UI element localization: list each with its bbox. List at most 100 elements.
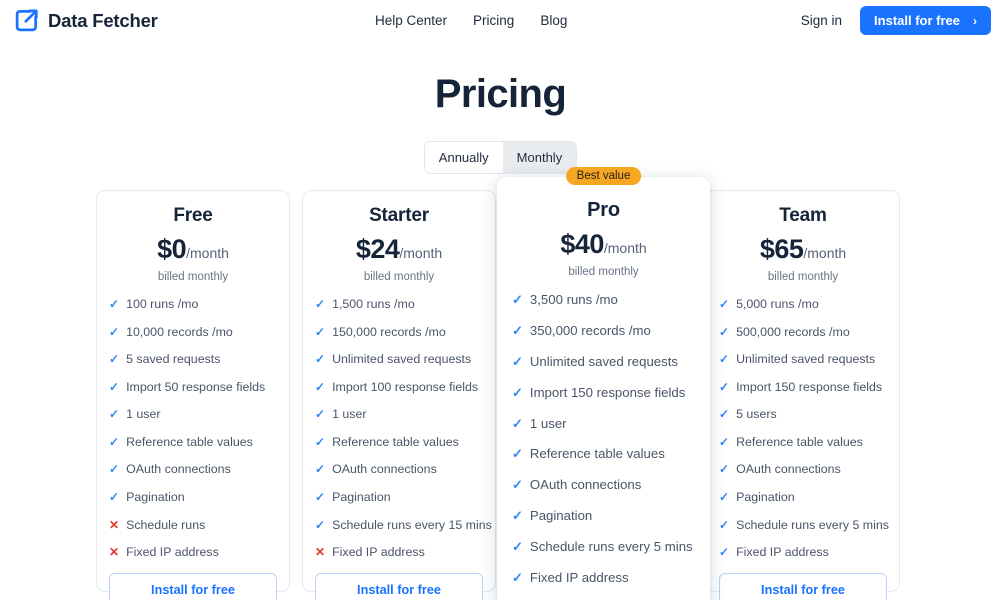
list-item: ✓ Pagination [719,490,887,504]
feature-label: Fixed IP address [736,545,829,560]
feature-label: Import 150 response fields [736,379,883,394]
check-icon: ✓ [719,434,730,449]
feature-label: 5 users [736,407,777,422]
list-item: ✓ Pagination [109,490,277,504]
list-item: ✓ 150,000 records /mo [315,325,483,339]
list-item: ✓ Import 100 response fields [315,380,483,394]
feature-label: 100 runs /mo [126,297,199,311]
feature-label: Fixed IP address [126,545,219,560]
check-icon: ✓ [512,384,523,400]
feature-label: 1,500 runs /mo [332,297,415,311]
plan-cta-button[interactable]: Install for free [315,572,483,600]
feature-label: 500,000 records /mo [736,324,850,339]
nav-link-help-center[interactable]: Help Center [375,13,447,28]
check-icon: ✓ [109,379,120,394]
install-for-free-button[interactable]: Install for free › [860,6,991,35]
list-item: ✓ Unlimited saved requests [719,352,887,366]
list-item: ✓ Pagination [315,490,483,504]
page-title: Pricing [434,72,567,116]
sign-in-link[interactable]: Sign in [801,13,842,28]
list-item: ✓ 100 runs /mo [109,297,277,311]
check-icon: ✓ [109,324,120,339]
check-icon: ✓ [719,324,730,339]
plan-price: $0 [157,234,187,264]
check-icon: ✓ [512,322,523,338]
feature-label: 5 saved requests [126,352,221,367]
feature-label: Import 150 response fields [529,384,686,400]
feature-label: OAuth connections [736,462,841,477]
import-arrow-icon [14,8,39,33]
feature-label: Schedule runs every 5 mins [529,539,693,555]
list-item: ✓ Reference table values [315,435,483,449]
nav-link-pricing[interactable]: Pricing [473,13,514,28]
check-icon: ✓ [719,297,730,311]
list-item: ✓ Reference table values [109,435,277,449]
plan-cta-button[interactable]: Install for free [719,572,887,600]
plan-price-row: $40/month [512,229,695,260]
check-icon: ✓ [512,539,523,555]
plan-billing-note: billed monthly [767,271,839,283]
list-item: ✓ Fixed IP address [719,545,887,559]
pricing-cards: Free $0/month billed monthly ✓ 100 runs /… [0,167,1001,600]
check-icon: ✓ [109,462,120,477]
check-icon: ✓ [109,434,120,449]
feature-label: Import 100 response fields [332,379,479,394]
feature-label: Reference table values [736,434,863,449]
plan-feature-list: ✓ 100 runs /mo ✓ 10,000 records /mo ✓ 5 sav… [109,297,277,573]
plan-cta-button[interactable]: Install for free [109,572,277,600]
best-value-badge: Best value [565,167,642,185]
billing-period-toggle[interactable]: Annually Monthly [423,141,578,174]
check-icon: ✓ [315,462,326,477]
feature-label: 1 user [529,415,567,431]
check-icon: ✓ [315,434,326,449]
chevron-right-icon: › [973,13,977,28]
pricing-card-free: Free $0/month billed monthly ✓ 100 runs /… [96,190,290,600]
plan-feature-list: ✓ 1,500 runs /mo ✓ 150,000 records /mo ✓ Un… [315,297,492,573]
feature-label: 5,000 runs /mo [736,297,819,311]
list-item: ✓ 350,000 records /mo [512,323,695,339]
plan-period: /month [603,240,647,256]
check-icon: ✓ [512,508,523,524]
check-icon: ✓ [315,352,326,367]
list-item: ✓ 500,000 records /mo [719,325,887,339]
billing-toggle-wrapper: Annually Monthly [0,141,1001,174]
list-item: ✓ Unlimited saved requests [512,354,695,370]
plan-price-row: $65/month [719,234,887,265]
list-item: ✓ 3,500 runs /mo [512,292,695,308]
plan-name: Starter [369,205,429,226]
feature-label: Pagination [126,490,185,505]
toggle-option-monthly[interactable]: Monthly [502,142,577,173]
list-item: ✓ Import 150 response fields [512,385,695,401]
brand-logo[interactable]: Data Fetcher [14,8,158,33]
cross-icon: ✕ [109,517,120,532]
nav-link-blog[interactable]: Blog [540,13,567,28]
feature-label: 350,000 records /mo [529,322,651,338]
feature-label: 1 user [126,407,161,422]
plan-name: Pro [587,199,620,221]
feature-label: Fixed IP address [332,545,425,560]
check-icon: ✓ [512,292,523,307]
toggle-option-annually[interactable]: Annually [424,142,503,173]
feature-label: Reference table values [126,434,253,449]
plan-feature-list: ✓ 3,500 runs /mo ✓ 350,000 records /mo ✓ Un… [512,292,695,600]
list-item: ✓ 1 user [512,416,695,432]
list-item: ✓ 5 saved requests [109,352,277,366]
plan-period: /month [186,245,229,261]
pricing-card-team: Team $65/month billed monthly ✓ 5,000 run… [706,190,900,600]
check-icon: ✓ [719,407,730,422]
check-icon: ✓ [315,490,326,505]
list-item: ✕ Fixed IP address [109,545,277,559]
check-icon: ✓ [315,379,326,394]
feature-label: Fixed IP address [529,570,629,586]
list-item: ✓ Import 150 response fields [719,380,887,394]
feature-label: Reference table values [332,434,459,449]
check-icon: ✓ [512,446,523,462]
plan-price: $65 [759,234,804,264]
list-item: ✓ Reference table values [512,446,695,462]
feature-label: Pagination [529,508,593,524]
check-icon: ✓ [109,352,120,367]
list-item: ✓ Fixed IP address [512,570,695,586]
plan-price-row: $24/month [315,234,483,265]
cross-icon: ✕ [109,545,120,560]
check-icon: ✓ [315,297,326,311]
